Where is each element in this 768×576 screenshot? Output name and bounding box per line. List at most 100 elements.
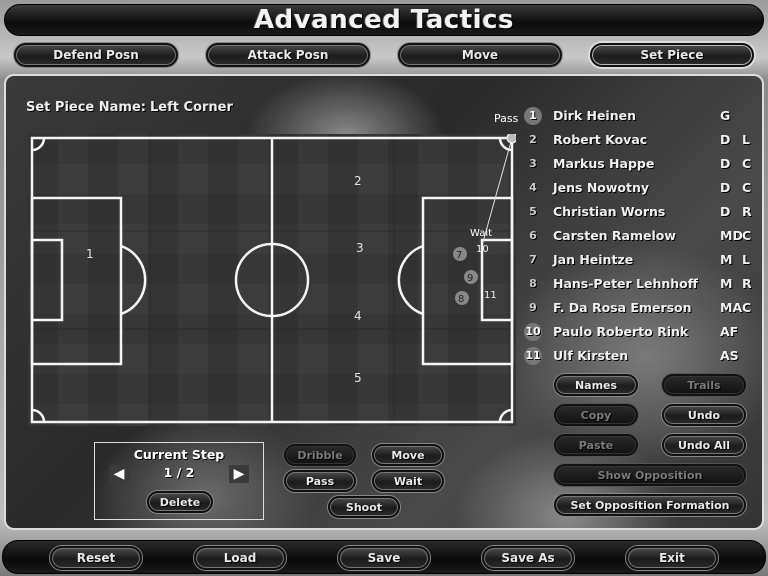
player-name: Christian Worns (553, 204, 666, 219)
paste-button[interactable]: Paste (554, 434, 638, 456)
title-bar: Advanced Tactics (4, 4, 764, 36)
copy-button[interactable]: Copy (554, 404, 638, 426)
player-number: 8 (529, 277, 537, 290)
player-position: MD (720, 228, 743, 243)
player-position: MA (720, 300, 743, 315)
player-name: Jan Heintze (553, 252, 634, 267)
svg-text:8: 8 (458, 294, 464, 305)
tab-move[interactable]: Move (398, 43, 562, 67)
pass-button[interactable]: Pass (284, 470, 356, 492)
player-number: 10 (524, 323, 542, 341)
player-8[interactable]: 8 (455, 291, 469, 305)
player-name: Carsten Ramelow (553, 228, 676, 243)
player-number: 1 (524, 107, 542, 125)
roster-row[interactable]: 5 Christian Worns D R (524, 200, 760, 224)
roster-row[interactable]: 6 Carsten Ramelow MD C (524, 224, 760, 248)
roster-row[interactable]: 3 Markus Happe D C (524, 152, 760, 176)
delete-step-button[interactable]: Delete (147, 491, 213, 513)
roster-row[interactable]: 1 Dirk Heinen G (524, 104, 760, 128)
shoot-button[interactable]: Shoot (328, 496, 400, 518)
player-position: D (720, 156, 731, 171)
player-position: D (720, 180, 731, 195)
svg-text:7: 7 (456, 250, 462, 261)
names-button[interactable]: Names (554, 374, 638, 396)
marker-4[interactable]: 4 (354, 309, 362, 323)
right-arrow-icon[interactable]: ▶ (229, 465, 249, 483)
pass-action-label: Pass (494, 112, 519, 125)
exit-button[interactable]: Exit (626, 546, 718, 570)
player-name: Hans-Peter Lehnhoff (553, 276, 698, 291)
page-title: Advanced Tactics (253, 5, 514, 35)
player-name: Dirk Heinen (553, 108, 636, 123)
player-7[interactable]: 7 (453, 247, 467, 261)
player-name: Jens Nowotny (553, 180, 650, 195)
player-side: L (742, 252, 750, 267)
load-button[interactable]: Load (194, 546, 286, 570)
player-name: Ulf Kirsten (553, 348, 629, 363)
player-number: 2 (529, 133, 537, 146)
player-position: D (720, 132, 731, 147)
player-roster: 1 Dirk Heinen G 2 Robert Kovac D L 3 Markus Happ… (524, 104, 760, 368)
tab-attack-posn[interactable]: Attack Posn (206, 43, 370, 67)
svg-text:9: 9 (467, 273, 473, 284)
player-number: 7 (529, 253, 537, 266)
roster-row[interactable]: 2 Robert Kovac D L (524, 128, 760, 152)
player-side: C (742, 180, 752, 195)
marker-3[interactable]: 3 (356, 241, 364, 255)
roster-row[interactable]: 7 Jan Heintze M L (524, 248, 760, 272)
ball-icon[interactable] (506, 134, 516, 144)
current-step-panel: Current Step ◀ 1 / 2 ▶ Delete (94, 442, 264, 520)
player-side: C (742, 228, 752, 243)
show-opposition-button[interactable]: Show Opposition (554, 464, 746, 486)
undo-button[interactable]: Undo (662, 404, 746, 426)
undo-all-button[interactable]: Undo All (662, 434, 746, 456)
player-side: R (742, 276, 752, 291)
marker-5[interactable]: 5 (354, 371, 362, 385)
set-opposition-formation-button[interactable]: Set Opposition Formation (554, 494, 746, 516)
player-position: AF (720, 324, 739, 339)
pitch[interactable]: 1 2 3 4 5 7 9 8 10 11 Wait (28, 134, 516, 426)
player-side: C (742, 156, 752, 171)
roster-row[interactable]: 10 Paulo Roberto Rink AF (524, 320, 760, 344)
player-position: AS (720, 348, 739, 363)
tab-defend-posn[interactable]: Defend Posn (14, 43, 178, 67)
player-side: C (742, 300, 752, 315)
save-as-button[interactable]: Save As (482, 546, 574, 570)
marker-10[interactable]: 10 (476, 244, 489, 255)
roster-row[interactable]: 11 Ulf Kirsten AS (524, 344, 760, 368)
marker-1[interactable]: 1 (86, 247, 94, 261)
player-9[interactable]: 9 (464, 270, 478, 284)
player-position: G (720, 108, 731, 123)
player-number: 9 (529, 301, 537, 314)
player-position: M (720, 276, 733, 291)
current-step-title: Current Step (133, 447, 225, 462)
player-number: 4 (529, 181, 537, 194)
reset-button[interactable]: Reset (50, 546, 142, 570)
player-name: Paulo Roberto Rink (553, 324, 689, 339)
roster-row[interactable]: 4 Jens Nowotny D C (524, 176, 760, 200)
player-name: Markus Happe (553, 156, 655, 171)
player-position: D (720, 204, 731, 219)
player-name: Robert Kovac (553, 132, 648, 147)
player-name: F. Da Rosa Emerson (553, 300, 692, 315)
tab-set-piece[interactable]: Set Piece (590, 43, 754, 67)
wait-button[interactable]: Wait (372, 470, 444, 492)
player-number: 3 (529, 157, 537, 170)
player-side: R (742, 204, 752, 219)
pitch-svg[interactable]: 1 2 3 4 5 7 9 8 10 11 Wait (28, 134, 516, 426)
save-button[interactable]: Save (338, 546, 430, 570)
player-number: 5 (529, 205, 537, 218)
roster-row[interactable]: 8 Hans-Peter Lehnhoff M R (524, 272, 760, 296)
wait-action-label: Wait (470, 228, 492, 239)
player-position: M (720, 252, 733, 267)
marker-2[interactable]: 2 (354, 174, 362, 188)
roster-row[interactable]: 9 F. Da Rosa Emerson MA C (524, 296, 760, 320)
set-piece-name-value[interactable]: Left Corner (150, 100, 233, 115)
dribble-button[interactable]: Dribble (284, 444, 356, 466)
move-action-button[interactable]: Move (372, 444, 444, 466)
player-number: 6 (529, 229, 537, 242)
marker-11[interactable]: 11 (484, 290, 497, 301)
set-piece-name-label: Set Piece Name: (26, 100, 146, 115)
player-side: L (742, 132, 750, 147)
trails-button[interactable]: Trails (662, 374, 746, 396)
